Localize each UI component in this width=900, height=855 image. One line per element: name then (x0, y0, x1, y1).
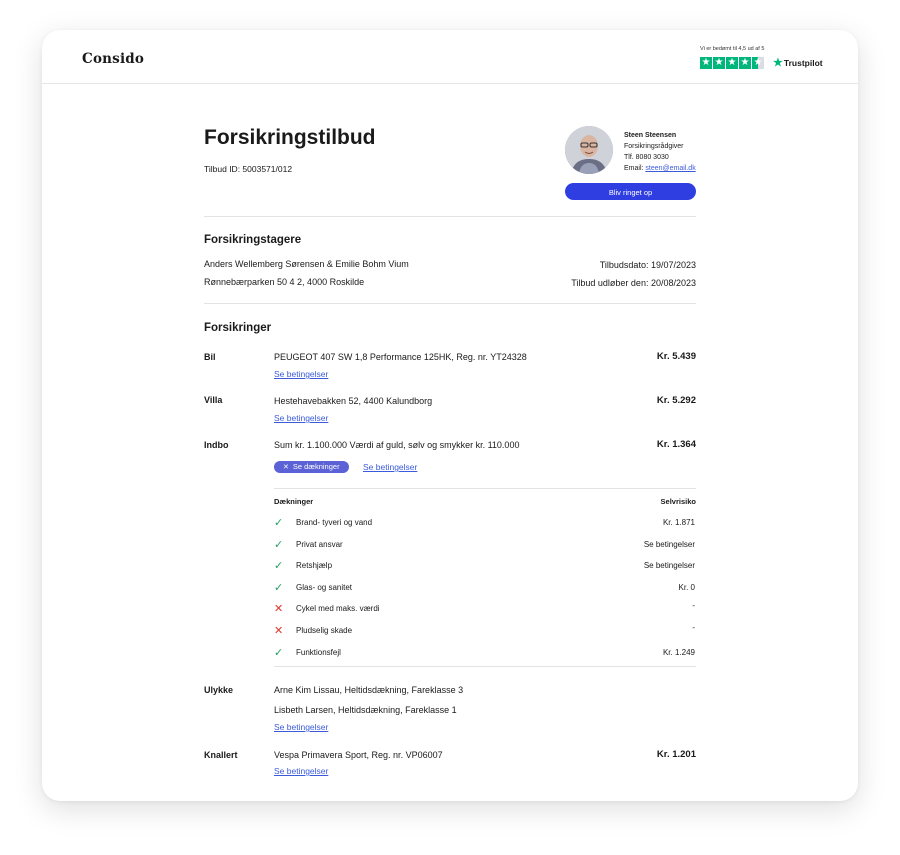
trustpilot-star-icon: ★ (773, 57, 783, 69)
advisor-role: Forsikringsrådgiver (624, 143, 684, 150)
advisor-avatar (565, 126, 613, 174)
check-icon: ✓ (274, 646, 284, 659)
divider (204, 216, 696, 217)
check-icon: ✓ (274, 517, 284, 529)
insurance-category-villa: Villa (204, 395, 223, 405)
coverage-name: Retshjælp (296, 561, 333, 571)
toggle-coverages-button[interactable]: ✕ Se dækninger (274, 461, 349, 473)
insurance-description: Sum kr. 1.100.000 Værdi af guld, sølv og… (274, 440, 520, 450)
coverage-name: Pludselig skade (296, 626, 353, 635)
star-icon: ★ (713, 56, 725, 69)
coverage-deductible: Kr. 1.871 (662, 518, 695, 527)
page-title: Forsikringstilbud (204, 126, 376, 149)
policyholder-address: Rønnebærparken 50 4 2, 4000 Roskilde (204, 277, 365, 287)
coverage-deductible: Kr. 0 (678, 582, 695, 592)
coverage-deductible: - (692, 623, 695, 632)
cross-icon: ✕ (274, 603, 284, 616)
insurance-description: Arne Kim Lissau, Heltidsdækning, Farekla… (274, 685, 464, 695)
advisor-info: Steen Steensen Forsikringsrådgiver Tlf. … (624, 130, 696, 174)
advisor-phone: Tlf. 8080 3030 (624, 154, 669, 161)
insurance-category-knallert: Knallert (204, 750, 238, 760)
insurance-price: Kr. 5.292 (656, 395, 696, 406)
coverage-header: Dækninger (274, 497, 314, 506)
coverage-name: Privat ansvar (296, 539, 343, 549)
deductible-header: Selvrisiko (660, 497, 696, 506)
divider (274, 488, 696, 489)
terms-link-ulykke[interactable]: Se betingelser (274, 722, 328, 732)
coverage-row: ✓ Funktionsfejl Kr. 1.249 (274, 646, 695, 660)
advisor-email-row: Email: steen@email.dk (624, 165, 696, 172)
policyholder-names: Anders Wellemberg Sørensen & Emilie Bohm… (204, 259, 409, 269)
coverage-row: ✓ Privat ansvar Se betingelser (274, 538, 695, 552)
insurance-price: Kr. 5.439 (656, 351, 696, 362)
coverage-deductible: Kr. 1.249 (662, 647, 695, 657)
star-icon: ★ (726, 56, 738, 69)
insurances-heading: Forsikringer (204, 322, 272, 334)
policyholders-heading: Forsikringstagere (204, 234, 302, 246)
coverage-row: ✕ Cykel med maks. værdi - (274, 601, 695, 616)
coverage-name: Cykel med maks. værdi (296, 604, 380, 614)
check-icon: ✓ (274, 538, 284, 551)
offer-expiry-date: Tilbud udløber den: 20/08/2023 (571, 278, 696, 288)
star-icon: ★ (700, 56, 712, 69)
close-icon: ✕ (283, 464, 289, 471)
insurance-price: Kr. 1.364 (656, 439, 696, 450)
half-star-icon: ★ (752, 56, 764, 69)
advisor-email-link[interactable]: steen@email.dk (645, 165, 695, 172)
divider (274, 666, 696, 667)
star-icon: ★ (739, 56, 751, 69)
coverage-name: Funktionsfejl (296, 647, 341, 657)
coverage-name: Glas- og sanitet (296, 582, 353, 592)
check-icon: ✓ (274, 560, 284, 573)
terms-link-indbo[interactable]: Se betingelser (363, 462, 417, 472)
insurance-price: Kr. 1.201 (656, 749, 696, 760)
coverage-deductible: Se betingelser (643, 561, 695, 571)
trustpilot-widget[interactable]: Vi er bedømt til 4,5 ud af 5 ★ ★ ★ ★ ★ ★… (700, 46, 823, 69)
insurance-description: PEUGEOT 407 SW 1,8 Performance 125HK, Re… (274, 352, 527, 362)
coverage-row: ✓ Brand- tyveri og vand Kr. 1.871 (274, 516, 695, 530)
insurance-category-ulykke: Ulykke (204, 685, 234, 695)
trustpilot-logo: ★ Trustpilot (773, 57, 823, 69)
insurance-description: Vespa Primavera Sport, Reg. nr. VP06007 (274, 750, 443, 760)
insurance-description: Hestehavebakken 52, 4400 Kalundborg (274, 396, 433, 406)
offer-id: Tilbud ID: 5003571/012 (204, 164, 293, 174)
coverage-deductible: - (692, 601, 695, 611)
coverage-row: ✓ Glas- og sanitet Kr. 0 (274, 581, 695, 595)
terms-link-knallert[interactable]: Se betingelser (274, 766, 328, 776)
coverage-name: Brand- tyveri og vand (296, 518, 373, 527)
trustpilot-rating-text: Vi er bedømt til 4,5 ud af 5 (700, 46, 765, 52)
trustpilot-stars: ★ ★ ★ ★ ★ (700, 56, 764, 69)
insurance-category-bil: Bil (204, 352, 216, 362)
cross-icon: ✕ (274, 625, 284, 637)
coverage-row: ✕ Pludselig skade - (274, 623, 695, 638)
consido-logo[interactable]: Consido (82, 51, 144, 67)
terms-link-villa[interactable]: Se betingelser (274, 413, 328, 423)
divider (204, 303, 696, 304)
offer-date: Tilbudsdato: 19/07/2023 (599, 260, 696, 270)
coverage-deductible: Se betingelser (643, 539, 695, 549)
insurance-description: Lisbeth Larsen, Heltidsdækning, Fareklas… (274, 705, 457, 715)
main-content: Forsikringstilbud Tilbud ID: 5003571/012… (204, 30, 696, 801)
offer-card: Consido Vi er bedømt til 4,5 ud af 5 ★ ★… (42, 30, 858, 801)
check-icon: ✓ (274, 581, 284, 594)
terms-link-bil[interactable]: Se betingelser (274, 369, 328, 379)
insurance-category-indbo: Indbo (204, 440, 229, 450)
advisor-name: Steen Steensen (624, 132, 677, 139)
call-me-button[interactable]: Bliv ringet op (565, 183, 696, 200)
coverage-row: ✓ Retshjælp Se betingelser (274, 559, 695, 573)
